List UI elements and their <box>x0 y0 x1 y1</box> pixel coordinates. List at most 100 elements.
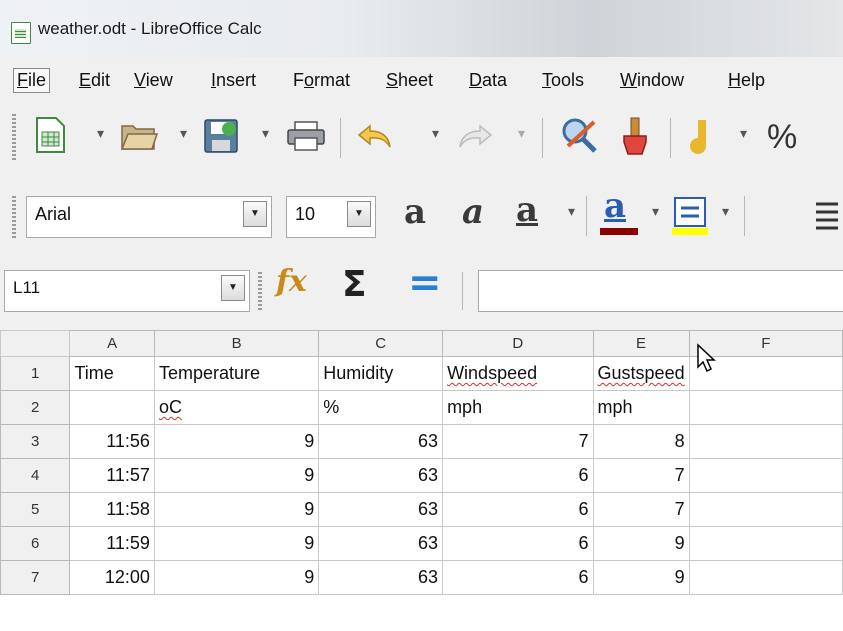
toolbar-grip[interactable] <box>12 114 16 160</box>
font-color-icon[interactable]: a <box>604 186 626 226</box>
chevron-down-icon[interactable]: ▼ <box>347 201 371 227</box>
new-dropdown-chevron-icon[interactable]: ▾ <box>97 126 104 142</box>
cell[interactable]: 63 <box>318 526 444 561</box>
open-folder-icon[interactable] <box>120 120 158 152</box>
cell[interactable]: % <box>318 390 444 425</box>
row-header[interactable]: 6 <box>0 526 71 561</box>
menu-sheet[interactable]: Sheet <box>383 68 436 93</box>
menu-window[interactable]: Window <box>617 68 687 93</box>
calc-app-icon[interactable] <box>11 22 31 44</box>
cell[interactable]: 9 <box>153 560 320 595</box>
cell[interactable]: 6 <box>442 526 594 561</box>
cell[interactable]: 63 <box>318 492 444 527</box>
percent-format-button[interactable]: % <box>767 118 797 157</box>
cell[interactable]: 9 <box>592 526 690 561</box>
font-name-combo[interactable]: Arial ▼ <box>26 196 272 238</box>
name-box[interactable]: L11 ▼ <box>4 270 250 312</box>
new-document-icon[interactable] <box>34 116 66 154</box>
cell[interactable]: mph <box>442 390 594 425</box>
cell[interactable]: 11:56 <box>69 424 155 459</box>
menu-data[interactable]: Data <box>466 68 510 93</box>
chevron-down-icon[interactable]: ▼ <box>243 201 267 227</box>
cell[interactable]: 9 <box>153 492 320 527</box>
highlighting-icon[interactable] <box>672 196 710 236</box>
underline-dropdown-chevron-icon[interactable]: ▾ <box>568 204 575 220</box>
cell[interactable] <box>688 424 843 459</box>
cell[interactable]: 63 <box>318 560 444 595</box>
toolbar-grip[interactable] <box>12 194 16 238</box>
cell[interactable]: 6 <box>442 492 594 527</box>
cell[interactable]: Windspeed <box>442 356 594 391</box>
clone-formatting-icon[interactable] <box>618 116 652 156</box>
cell[interactable]: Humidity <box>318 356 444 391</box>
cell[interactable]: 9 <box>153 458 320 493</box>
bold-icon[interactable]: a <box>404 192 426 232</box>
cell[interactable]: Temperature <box>153 356 320 391</box>
cell[interactable]: 9 <box>153 526 320 561</box>
open-dropdown-chevron-icon[interactable]: ▾ <box>180 126 187 142</box>
cell[interactable]: Gustspeed <box>592 356 690 391</box>
row-header[interactable]: 7 <box>0 560 71 595</box>
align-left-icon[interactable] <box>814 198 840 234</box>
highlighting-dropdown-chevron-icon[interactable]: ▾ <box>722 204 729 220</box>
select-all-corner[interactable] <box>0 330 71 357</box>
menu-file[interactable]: File <box>13 68 51 93</box>
menu-insert[interactable]: Insert <box>208 68 259 93</box>
column-header-b[interactable]: B <box>153 330 320 357</box>
column-header-e[interactable]: E <box>592 330 690 357</box>
cell[interactable]: 12:00 <box>69 560 155 595</box>
row-header[interactable]: 3 <box>0 424 71 459</box>
menu-tools[interactable]: Tools <box>539 68 587 93</box>
cell[interactable] <box>688 390 843 425</box>
cell[interactable]: 11:57 <box>69 458 155 493</box>
cell[interactable]: 9 <box>153 424 320 459</box>
save-dropdown-chevron-icon[interactable]: ▾ <box>262 126 269 142</box>
print-icon[interactable] <box>286 120 326 152</box>
menu-help[interactable]: Help <box>725 68 768 93</box>
cell[interactable]: 7 <box>592 492 690 527</box>
cell[interactable] <box>688 458 843 493</box>
cell[interactable]: 7 <box>592 458 690 493</box>
cell[interactable]: 11:59 <box>69 526 155 561</box>
cell[interactable]: 11:58 <box>69 492 155 527</box>
sum-icon[interactable]: Σ <box>342 264 367 305</box>
column-header-a[interactable]: A <box>69 330 155 357</box>
cell[interactable]: 9 <box>592 560 690 595</box>
currency-format-icon[interactable] <box>688 116 722 156</box>
cell[interactable]: oC <box>153 390 320 425</box>
row-header[interactable]: 4 <box>0 458 71 493</box>
cell[interactable]: 8 <box>592 424 690 459</box>
cell[interactable]: mph <box>592 390 690 425</box>
row-header[interactable]: 1 <box>0 356 71 391</box>
menu-view[interactable]: View <box>131 68 176 93</box>
menu-format[interactable]: Format <box>290 68 353 93</box>
cell[interactable]: 63 <box>318 424 444 459</box>
underline-icon[interactable]: a <box>516 190 538 230</box>
function-wizard-icon[interactable]: fx <box>276 264 307 299</box>
cell[interactable]: 7 <box>442 424 594 459</box>
font-color-dropdown-chevron-icon[interactable]: ▾ <box>652 204 659 220</box>
cell[interactable]: 6 <box>442 560 594 595</box>
undo-dropdown-chevron-icon[interactable]: ▾ <box>432 126 439 142</box>
menu-edit[interactable]: Edit <box>76 68 113 93</box>
cell[interactable]: 6 <box>442 458 594 493</box>
row-header[interactable]: 2 <box>0 390 71 425</box>
cell[interactable] <box>688 492 843 527</box>
column-header-d[interactable]: D <box>442 330 594 357</box>
save-icon[interactable] <box>203 116 239 154</box>
row-header[interactable]: 5 <box>0 492 71 527</box>
column-header-c[interactable]: C <box>318 330 444 357</box>
find-replace-icon[interactable] <box>560 116 600 154</box>
font-size-combo[interactable]: 10 ▼ <box>286 196 376 238</box>
formula-input[interactable] <box>478 270 843 312</box>
currency-dropdown-chevron-icon[interactable]: ▾ <box>740 126 747 142</box>
undo-icon[interactable] <box>356 120 396 152</box>
cell[interactable] <box>688 560 843 595</box>
cell[interactable] <box>688 526 843 561</box>
italic-icon[interactable]: a <box>462 192 484 232</box>
formula-icon[interactable]: = <box>408 260 442 306</box>
cell[interactable]: Time <box>69 356 155 391</box>
chevron-down-icon[interactable]: ▼ <box>221 275 245 301</box>
cell[interactable] <box>69 390 155 425</box>
cell[interactable]: 63 <box>318 458 444 493</box>
